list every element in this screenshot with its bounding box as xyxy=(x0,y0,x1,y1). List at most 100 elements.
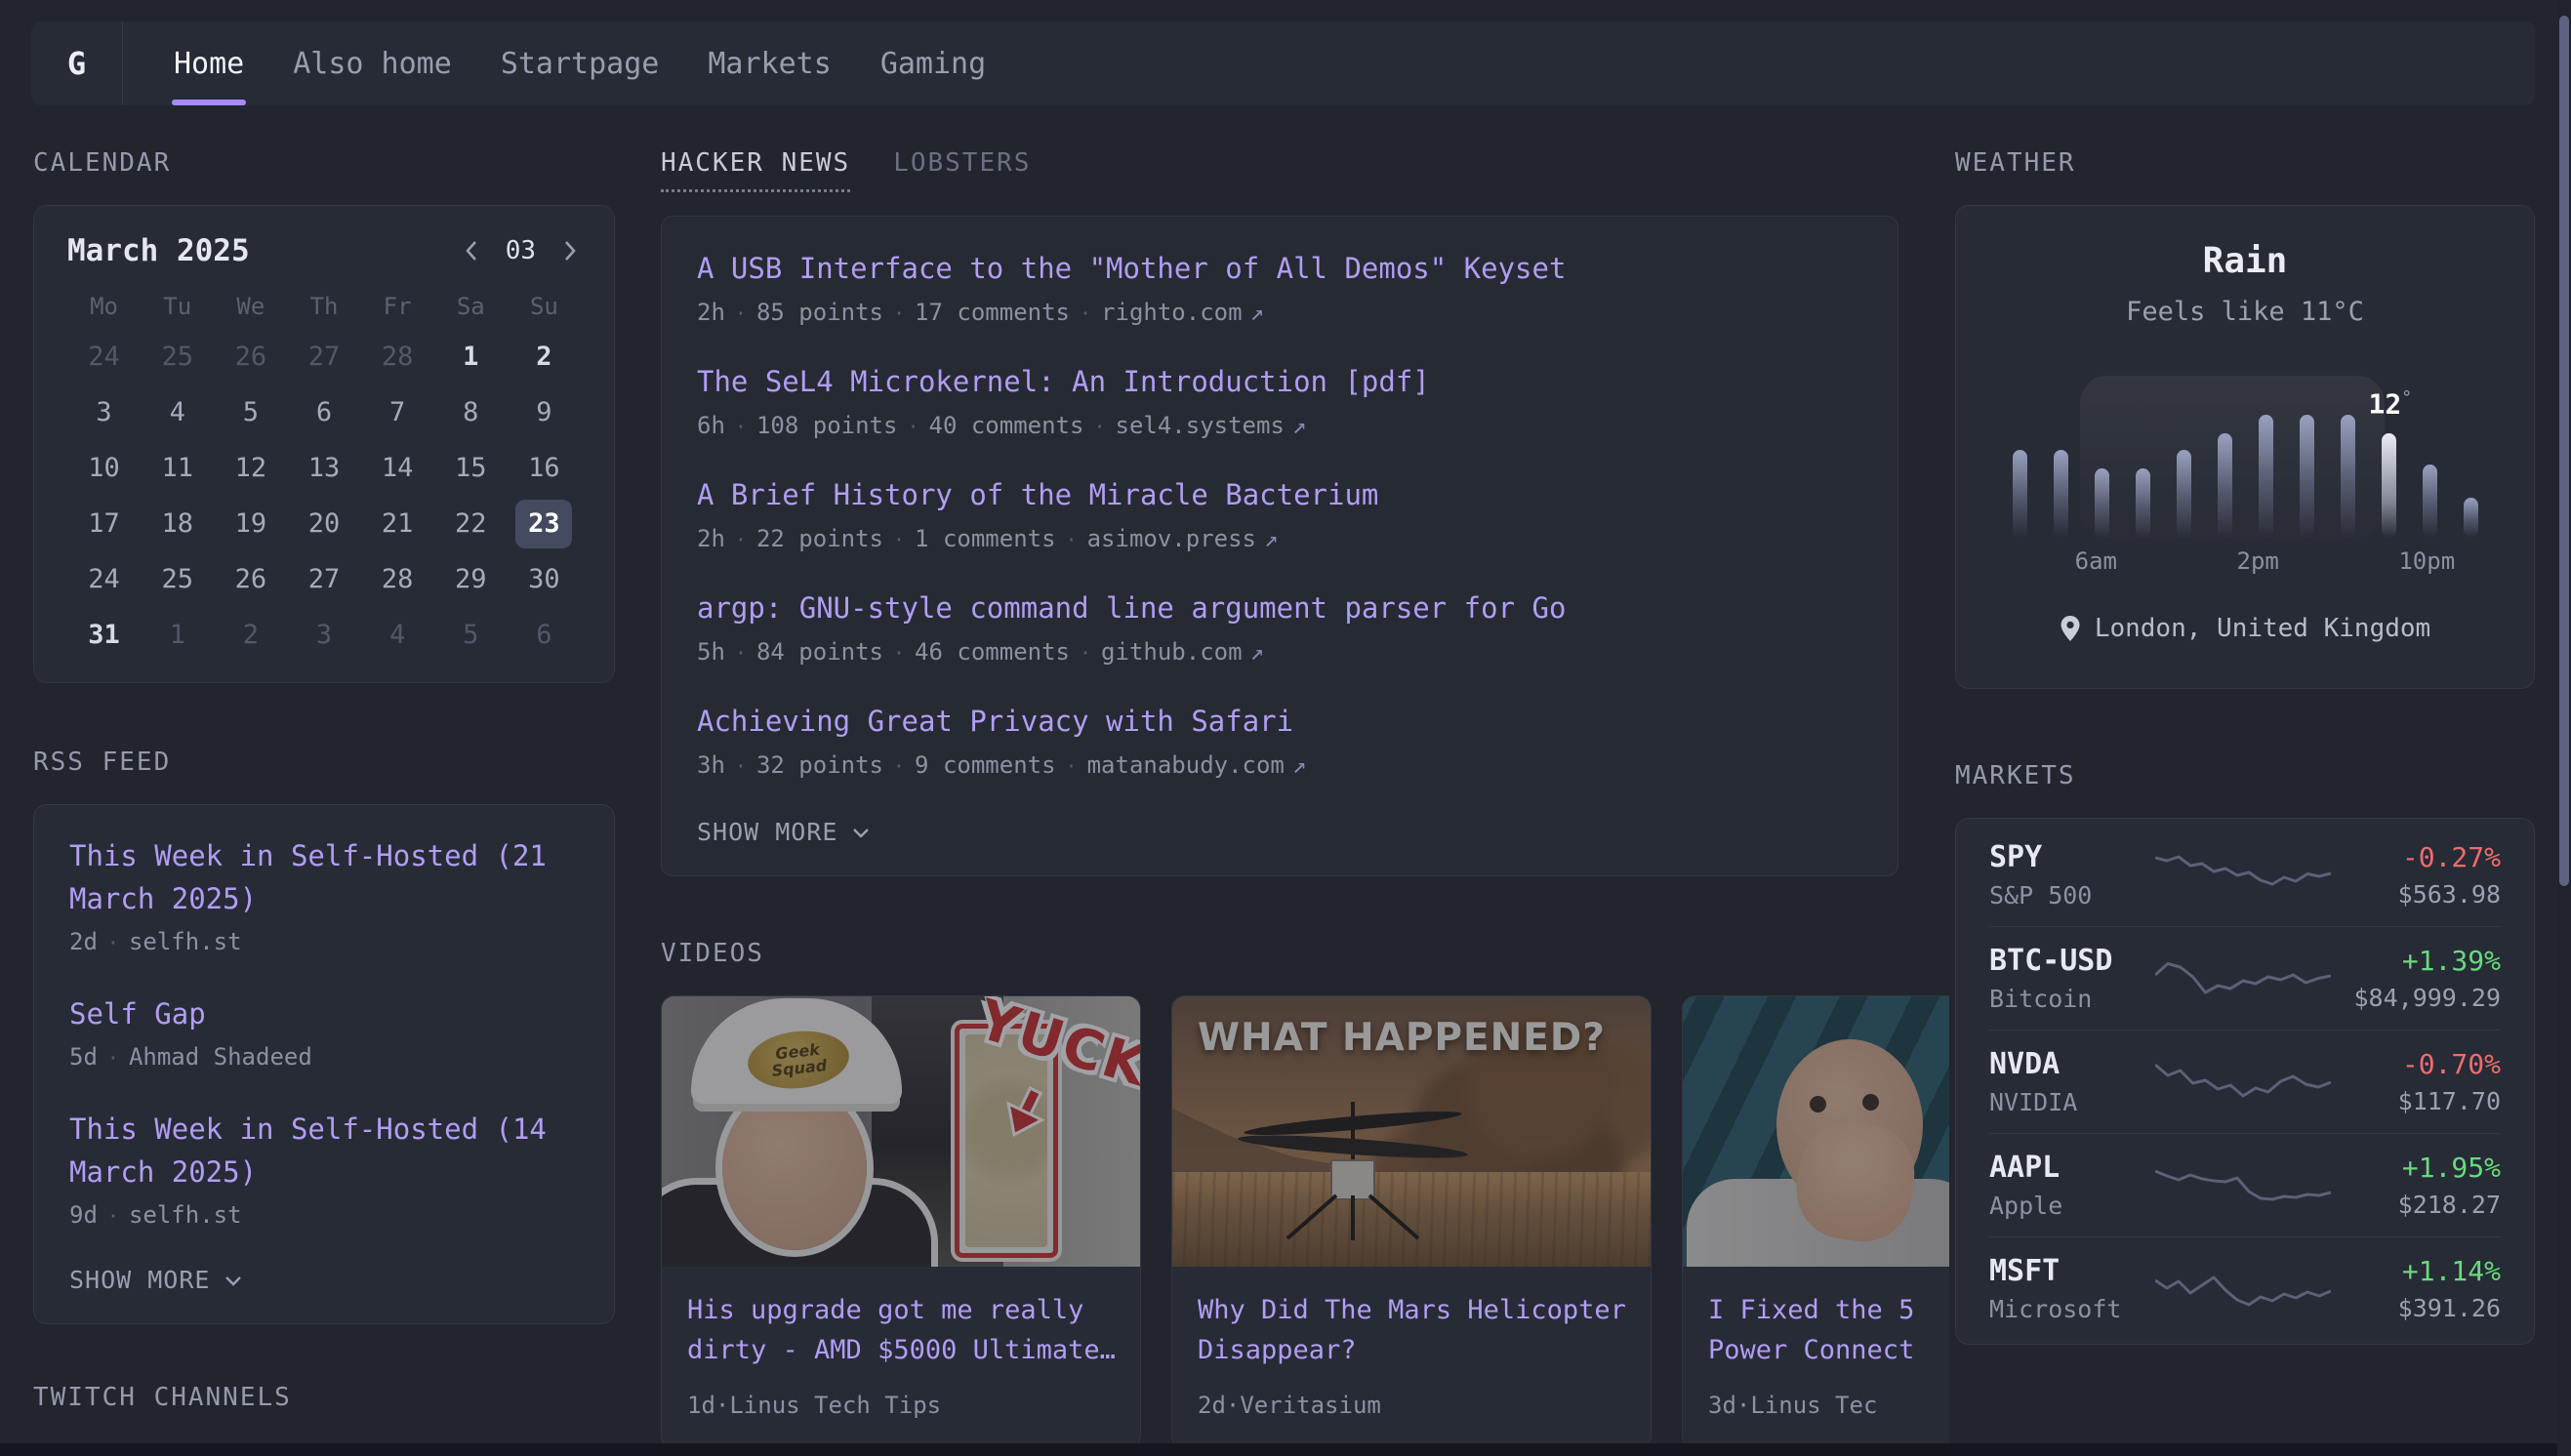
dot-separator: · xyxy=(1736,1392,1750,1419)
rss-item-title[interactable]: This Week in Self-Hosted (14 March 2025) xyxy=(69,1108,579,1193)
weather-hourly-chart: 12° xyxy=(1995,366,2495,538)
weather-time-label xyxy=(2319,547,2359,575)
scrollbar-thumb[interactable] xyxy=(2559,16,2569,886)
dot-separator: · xyxy=(897,415,928,438)
rss-widget-label: RSS FEED xyxy=(33,748,615,777)
page-scrollbar xyxy=(2557,0,2571,1456)
weather-bar xyxy=(2040,366,2081,538)
video-card[interactable]: DO TH T I Fixed the 5Power Connect 3d·Li… xyxy=(1682,995,1949,1449)
hacker-news-panel: A USB Interface to the "Mother of All De… xyxy=(661,216,1898,876)
videos-widget-label: VIDEOS xyxy=(661,939,1949,968)
nav-tab-gaming[interactable]: Gaming xyxy=(878,21,988,105)
rss-show-more-button[interactable]: SHOW MORE xyxy=(69,1266,579,1294)
calendar-day-grid: 2425262728123456789101112131415161718192… xyxy=(67,329,581,663)
calendar-day: 6 xyxy=(508,607,581,663)
rss-item-source: selfh.st xyxy=(129,928,242,955)
news-item-comments[interactable]: 46 comments xyxy=(915,638,1070,666)
rss-item-title[interactable]: This Week in Self-Hosted (21 March 2025) xyxy=(69,834,579,920)
video-title[interactable]: I Fixed the 5Power Connect xyxy=(1708,1290,1949,1370)
video-title[interactable]: His upgrade got me reallydirty - AMD $50… xyxy=(687,1290,1115,1370)
news-item: argp: GNU-style command line argument pa… xyxy=(697,591,1862,666)
news-item-title[interactable]: A USB Interface to the "Mother of All De… xyxy=(697,252,1862,285)
nav-tabs: Home Also home Startpage Markets Gaming xyxy=(123,21,988,105)
video-channel[interactable]: Linus Tec xyxy=(1750,1392,1877,1419)
calendar-prev-button[interactable] xyxy=(461,236,482,265)
video-card[interactable]: WHAT HAPPENED? Why Did The Mars Helicopt… xyxy=(1171,995,1652,1449)
calendar-day: 17 xyxy=(67,496,141,551)
news-item-points: 108 points xyxy=(756,412,898,439)
news-item-domain[interactable]: github.com xyxy=(1101,638,1243,666)
weather-time-label: 10pm xyxy=(2398,547,2455,575)
calendar-day: 30 xyxy=(508,551,581,607)
news-item-age: 2h xyxy=(697,299,725,326)
news-show-more-button[interactable]: SHOW MORE xyxy=(697,818,1862,846)
market-row-aapl[interactable]: AAPLApple +1.95%$218.27 xyxy=(1989,1133,2501,1236)
rss-item-title[interactable]: Self Gap xyxy=(69,992,579,1035)
news-item-domain[interactable]: sel4.systems xyxy=(1116,412,1285,439)
external-link-icon: ↗ xyxy=(1243,638,1264,666)
market-row-btc-usd[interactable]: BTC-USDBitcoin +1.39%$84,999.29 xyxy=(1989,926,2501,1030)
news-item-title[interactable]: The SeL4 Microkernel: An Introduction [p… xyxy=(697,365,1862,398)
calendar-day: 28 xyxy=(361,551,434,607)
nav-tab-also-home[interactable]: Also home xyxy=(291,21,454,105)
left-column: CALENDAR March 2025 03 MoTuWeThFrSaSu 24… xyxy=(33,148,615,1412)
news-item-points: 85 points xyxy=(756,299,883,326)
videos-carousel: Geek Squad YUCK His upgrade got me reall… xyxy=(661,995,1949,1449)
calendar-day: 5 xyxy=(214,384,287,440)
video-card[interactable]: Geek Squad YUCK His upgrade got me reall… xyxy=(661,995,1141,1449)
top-nav: G Home Also home Startpage Markets Gamin… xyxy=(31,21,2535,105)
news-item-comments[interactable]: 9 comments xyxy=(915,751,1056,779)
market-row-msft[interactable]: MSFTMicrosoft +1.14%$391.26 xyxy=(1989,1236,2501,1340)
tab-hacker-news[interactable]: HACKER NEWS xyxy=(661,148,850,192)
video-channel[interactable]: Veritasium xyxy=(1240,1392,1381,1419)
nav-tab-home[interactable]: Home xyxy=(172,21,246,105)
sparkline-chart xyxy=(2155,844,2331,905)
news-item-domain[interactable]: righto.com xyxy=(1101,299,1243,326)
calendar-weekday: Fr xyxy=(361,284,434,329)
market-row-nvda[interactable]: NVDANVIDIA -0.70%$117.70 xyxy=(1989,1030,2501,1133)
weather-bar xyxy=(2081,366,2122,538)
news-item-title[interactable]: A Brief History of the Miracle Bacterium xyxy=(697,478,1862,511)
news-item-title[interactable]: argp: GNU-style command line argument pa… xyxy=(697,591,1862,625)
calendar-day: 8 xyxy=(434,384,508,440)
calendar-next-button[interactable] xyxy=(559,236,581,265)
news-item-comments[interactable]: 40 comments xyxy=(929,412,1084,439)
news-item-title[interactable]: Achieving Great Privacy with Safari xyxy=(697,705,1862,738)
dot-separator: · xyxy=(883,754,915,778)
dot-separator: · xyxy=(725,528,756,551)
weather-time-label xyxy=(2157,547,2197,575)
calendar-day: 1 xyxy=(434,329,508,384)
news-item-domain[interactable]: matanabudy.com xyxy=(1087,751,1285,779)
calendar-day: 19 xyxy=(214,496,287,551)
weather-bar xyxy=(2409,366,2450,538)
calendar-day: 27 xyxy=(287,329,360,384)
app-logo[interactable]: G xyxy=(31,21,123,105)
calendar-day: 4 xyxy=(141,384,214,440)
news-item: The SeL4 Microkernel: An Introduction [p… xyxy=(697,365,1862,439)
news-item-domain[interactable]: asimov.press xyxy=(1087,525,1256,552)
calendar-day: 4 xyxy=(361,607,434,663)
news-item-comments[interactable]: 1 comments xyxy=(915,525,1056,552)
dot-separator: · xyxy=(715,1392,729,1419)
video-title[interactable]: Why Did The Mars HelicopterDisappear? xyxy=(1198,1290,1625,1370)
video-thumbnail: DO TH T xyxy=(1683,996,1949,1267)
tab-lobsters[interactable]: LOBSTERS xyxy=(893,148,1031,178)
chevron-down-icon xyxy=(224,1274,243,1287)
calendar-day: 26 xyxy=(214,329,287,384)
weather-bar xyxy=(2327,366,2368,538)
weather-time-label xyxy=(1995,547,2035,575)
video-channel[interactable]: Linus Tech Tips xyxy=(729,1392,941,1419)
calendar-day: 2 xyxy=(508,329,581,384)
weather-time-label xyxy=(2035,547,2075,575)
nav-tab-markets[interactable]: Markets xyxy=(706,21,833,105)
news-item: Achieving Great Privacy with Safari 3h·3… xyxy=(697,705,1862,779)
dot-separator: · xyxy=(1056,528,1087,551)
calendar-day: 25 xyxy=(141,551,214,607)
market-row-spy[interactable]: SPYS&P 500 -0.27%$563.98 xyxy=(1989,823,2501,926)
weather-bar xyxy=(2122,366,2163,538)
calendar-day: 31 xyxy=(67,607,141,663)
markets-widget-label: MARKETS xyxy=(1955,761,2535,790)
news-item-comments[interactable]: 17 comments xyxy=(915,299,1070,326)
calendar-day: 3 xyxy=(67,384,141,440)
nav-tab-startpage[interactable]: Startpage xyxy=(499,21,662,105)
